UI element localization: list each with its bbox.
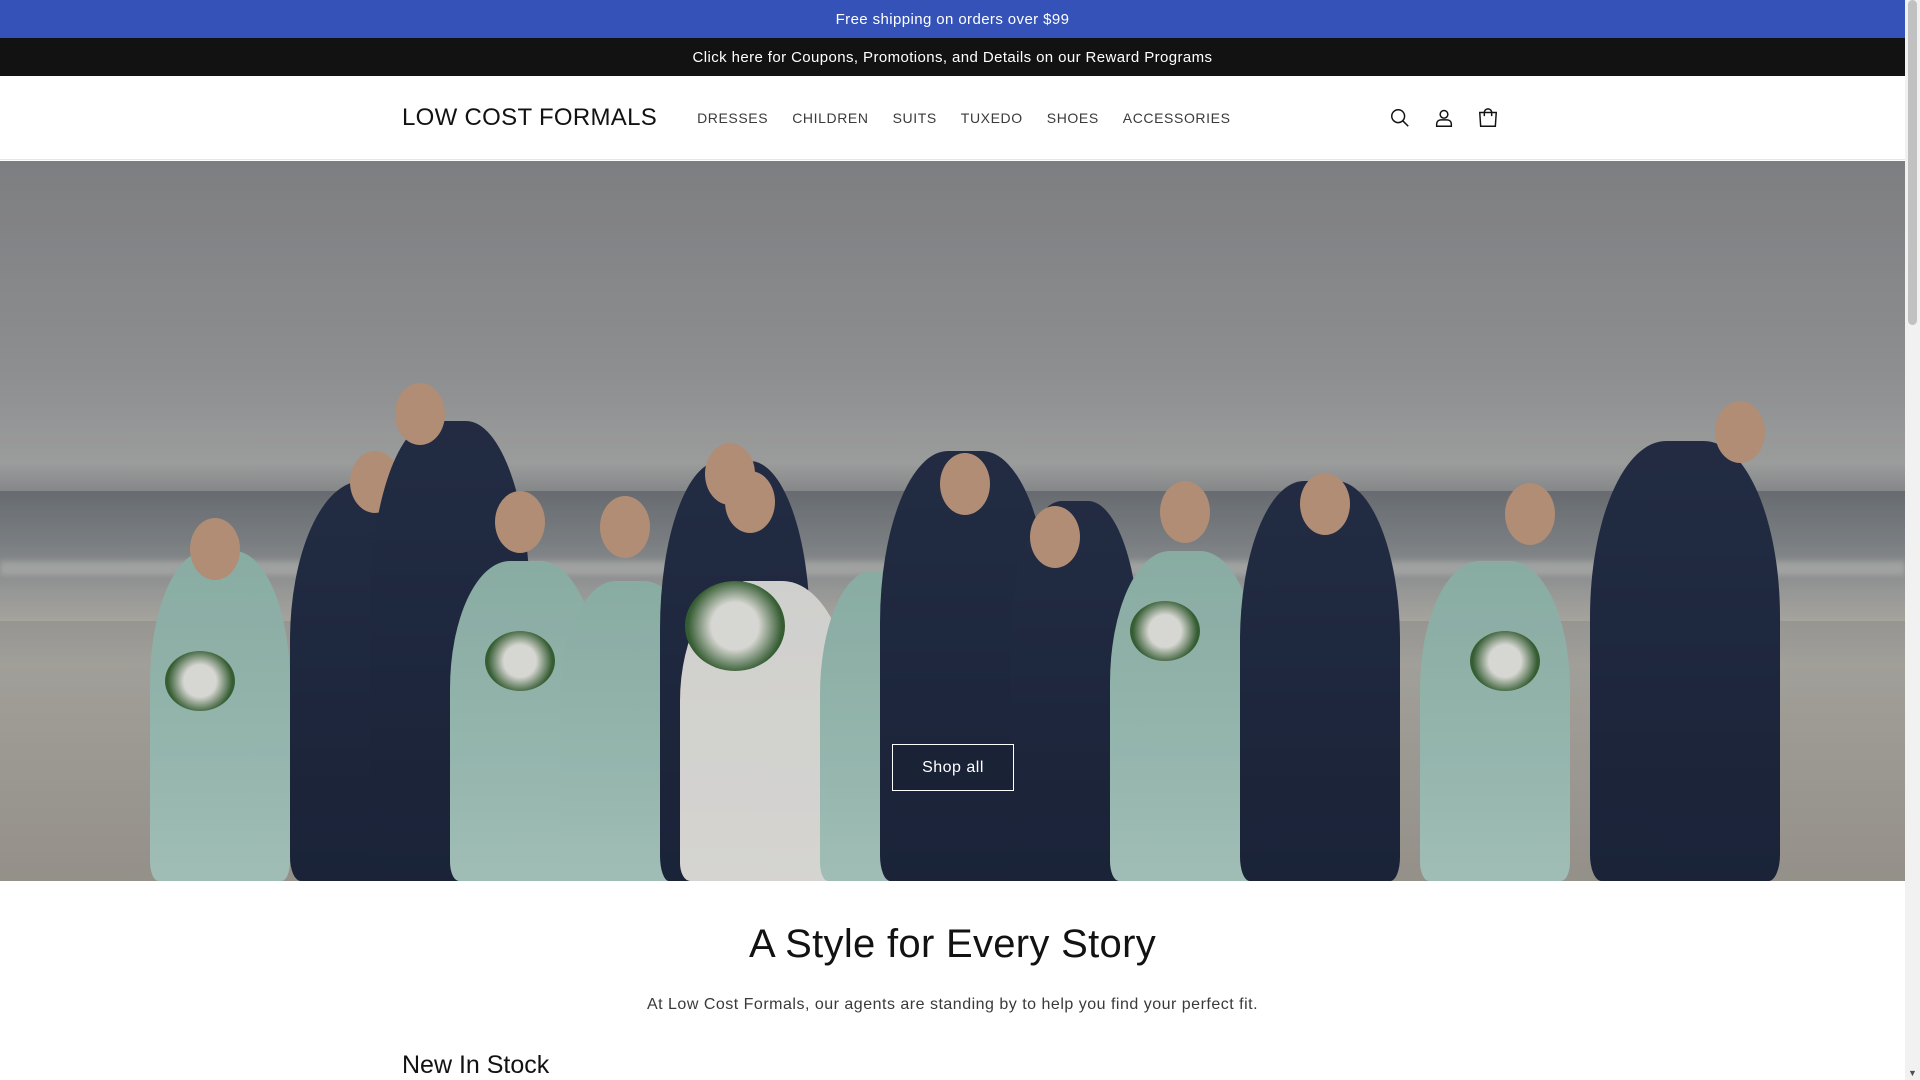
nav-item-tuxedo[interactable]: TUXEDO [949, 110, 1035, 126]
coupons-announcement-bar: Click here for Coupons, Promotions, and … [0, 38, 1905, 76]
nav-item-dresses[interactable]: DRESSES [685, 110, 780, 126]
shipping-announcement-text: Free shipping on orders over $99 [835, 10, 1070, 28]
nav-item-suits[interactable]: SUITS [881, 110, 949, 126]
scroll-down-arrow-icon[interactable]: ▼ [1905, 1065, 1920, 1080]
nav-item-accessories[interactable]: ACCESSORIES [1111, 110, 1243, 126]
intro-title: A Style for Every Story [748, 922, 1157, 966]
cart-icon [1478, 108, 1498, 127]
page: Free shipping on orders over $99 Click h… [0, 0, 1905, 1080]
search-button[interactable] [1385, 103, 1415, 133]
search-icon [1391, 109, 1409, 127]
page-scrollbar[interactable]: ▲ ▼ [1905, 0, 1920, 1080]
store-logo[interactable]: LOW COST FORMALS [402, 104, 657, 132]
scrollbar-thumb[interactable] [1908, 0, 1917, 325]
nav-item-shoes[interactable]: SHOES [1035, 110, 1111, 126]
account-icon [1435, 109, 1453, 127]
cart-button[interactable] [1473, 103, 1503, 133]
site-header: LOW COST FORMALS DRESSES CHILDREN SUITS … [0, 76, 1905, 160]
coupons-announcement-link[interactable]: Click here for Coupons, Promotions, and … [693, 49, 1213, 66]
account-button[interactable] [1429, 103, 1459, 133]
header-icons [1385, 103, 1503, 133]
new-in-stock-title: New In Stock [402, 1051, 550, 1079]
nav-item-children[interactable]: CHILDREN [780, 110, 880, 126]
shop-all-button[interactable]: Shop all [892, 744, 1014, 791]
header-inner: LOW COST FORMALS DRESSES CHILDREN SUITS … [402, 76, 1503, 160]
main-nav: DRESSES CHILDREN SUITS TUXEDO SHOES ACCE… [685, 110, 1242, 126]
intro-subtitle: At Low Cost Formals, our agents are stan… [646, 996, 1259, 1013]
shipping-announcement-bar: Free shipping on orders over $99 [0, 0, 1905, 38]
